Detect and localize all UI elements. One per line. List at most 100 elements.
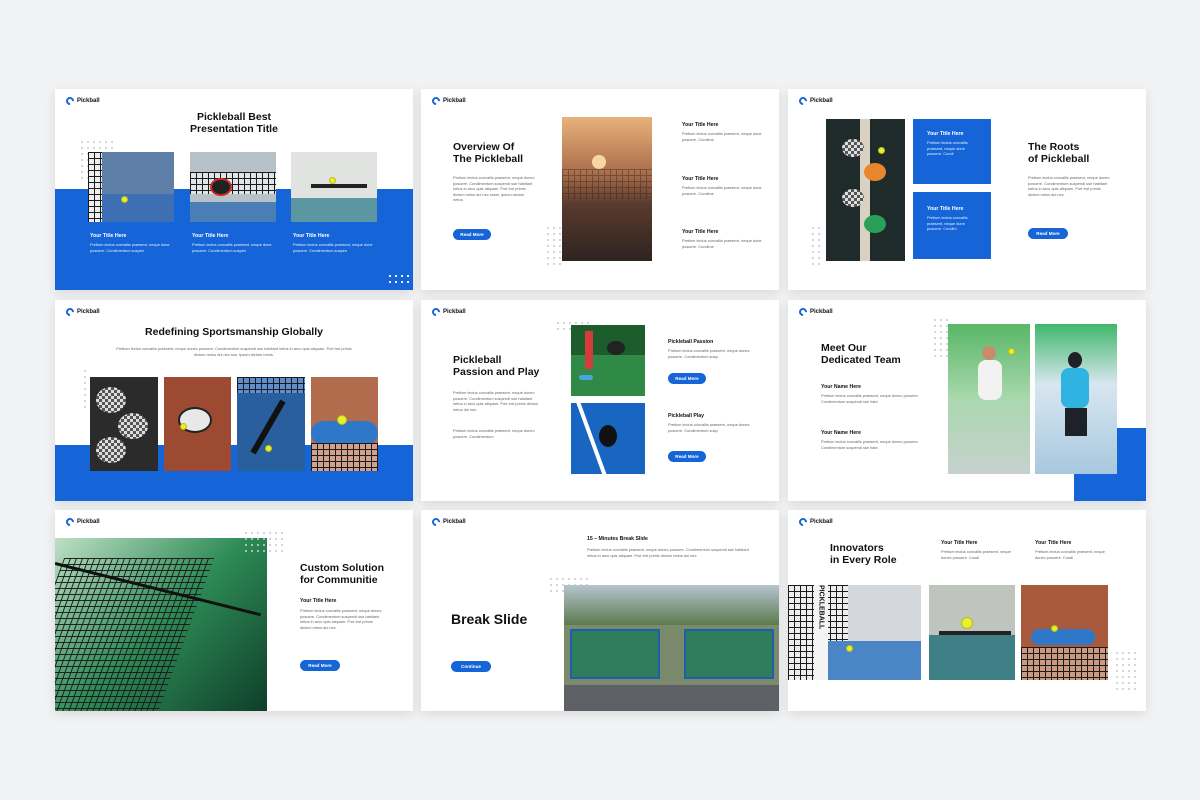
- court-floor: [929, 635, 1015, 680]
- box-title: Your Title Here: [927, 131, 964, 137]
- item-2: Your Title Here Pretium lectus convallis…: [192, 233, 282, 253]
- court-floor: [190, 202, 276, 222]
- brand-icon: [797, 95, 809, 107]
- paddle-icon: [311, 421, 378, 445]
- slide-sportsmanship[interactable]: Pickball Redefining Sportsmanship Global…: [55, 300, 413, 501]
- item-title: Your Title Here: [1035, 540, 1072, 546]
- read-more-button[interactable]: Read More: [453, 229, 491, 240]
- net: [1021, 647, 1108, 680]
- team-member-2: Your Name Here Pretium lectus convallis …: [821, 430, 921, 450]
- photo-net-post: PICKLEBALL: [788, 585, 921, 680]
- court-floor: [291, 198, 377, 222]
- brand-name: Pickball: [810, 519, 833, 525]
- parking: [564, 685, 779, 711]
- ball-icon: [265, 445, 272, 452]
- slide-body: Pretium lectus convallis praesent, neque…: [1028, 175, 1110, 197]
- read-more-button[interactable]: Read More: [668, 373, 706, 384]
- continue-button[interactable]: Continue: [451, 661, 491, 672]
- photo-hand-paddle: [291, 152, 377, 222]
- brand-name: Pickball: [443, 309, 466, 315]
- slide-passion[interactable]: Pickball Pickleball Passion and Play Pre…: [421, 300, 779, 501]
- slide-custom-solution[interactable]: Pickball Custom Solution for Communitie …: [55, 510, 413, 711]
- slide-title[interactable]: Pickball Pickleball Best Presentation Ti…: [55, 89, 413, 290]
- player-shirt: [1061, 368, 1089, 408]
- brand-name: Pickball: [443, 519, 466, 525]
- photo-paddles-wall: [826, 119, 905, 261]
- brand-name: Pickball: [77, 519, 100, 525]
- net: [311, 443, 378, 471]
- title-line-1: Innovators: [830, 542, 884, 554]
- photo-sunset-court: [562, 117, 652, 261]
- member-text: Pretium lectus convallis praesent, neque…: [821, 393, 919, 404]
- item-title: Your Title Here: [941, 540, 978, 546]
- dot-pattern: [243, 530, 283, 554]
- item-title: Pickleball Passion: [668, 339, 714, 345]
- title-line-2: Presentation Title: [190, 123, 278, 135]
- brand-logo: Pickball: [430, 306, 466, 318]
- slide-break[interactable]: Pickball 15 – Minutes Break Slide Pretiu…: [421, 510, 779, 711]
- read-more-button[interactable]: Read More: [1028, 228, 1068, 239]
- brand-icon: [430, 516, 442, 528]
- court-left: [570, 629, 660, 679]
- slide-innovators[interactable]: Pickball Innovators in Every Role Your T…: [788, 510, 1146, 711]
- photo-aerial-courts: [564, 585, 779, 711]
- title-line-1: Meet Our: [821, 342, 867, 354]
- net: [237, 377, 305, 393]
- paddle-icon: [96, 387, 126, 413]
- item-title: Your Title Here: [682, 122, 719, 128]
- slide-team[interactable]: Pickball Meet Our Dedicated Team Your Na…: [788, 300, 1146, 501]
- paddle-icon: [864, 163, 886, 181]
- paddle-icon: [599, 425, 617, 447]
- item-text: Pretium lectus convallis praesent, neque…: [668, 348, 750, 359]
- item-1: Your Title Here Pretium lectus convallis…: [682, 122, 762, 142]
- dot-pattern: [387, 273, 409, 287]
- title-line-1: Overview Of: [453, 141, 515, 153]
- item-text: Pretium lectus convallis praesent, neque…: [293, 242, 373, 253]
- item-text: Pretium lectus convallis praesent, neque…: [90, 242, 170, 253]
- brand-logo: Pickball: [797, 95, 833, 107]
- box-text: Pretium lectus convallis praesent, neque…: [927, 215, 968, 232]
- read-more-button[interactable]: Read More: [668, 451, 706, 462]
- ball-icon: [180, 423, 187, 430]
- brand-icon: [430, 306, 442, 318]
- photo-net-ball: [88, 152, 174, 222]
- brand-icon: [64, 95, 76, 107]
- photo-player-2: [1035, 324, 1117, 474]
- slide-overview[interactable]: Pickball Overview Of The Pickleball Pret…: [421, 89, 779, 290]
- member-text: Pretium lectus convallis praesent, neque…: [821, 439, 919, 450]
- title-line-2: Passion and Play: [453, 366, 540, 378]
- photo-paddle-ball: [929, 585, 1015, 680]
- box-2: Your Title Here Pretium lectus convallis…: [913, 192, 991, 259]
- slide-heading: Innovators in Every Role: [830, 542, 897, 566]
- photo-paddle-net: [190, 152, 276, 222]
- shoe: [579, 375, 593, 380]
- title-line-1: Custom Solution: [300, 562, 384, 574]
- brand-icon: [797, 306, 809, 318]
- paddle-icon: [96, 437, 126, 463]
- title-line-2: Dedicated Team: [821, 354, 901, 366]
- slide-roots[interactable]: Pickball Your Title Here Pretium lectus …: [788, 89, 1146, 290]
- wall-stripe: [860, 119, 870, 261]
- player-head: [1068, 352, 1082, 368]
- item-title: Your Title Here: [192, 233, 229, 239]
- slide-heading: Overview Of The Pickleball: [453, 141, 523, 165]
- photo-paddle-clay: [164, 377, 231, 471]
- slide-body: Pretium lectus convallis praesent, neque…: [587, 547, 749, 558]
- ball-icon: [1008, 348, 1015, 355]
- photo-player-1: [948, 324, 1030, 474]
- title-line-2: for Communitie: [300, 574, 378, 586]
- paddle-icon: [939, 631, 1011, 635]
- paddle-icon: [864, 215, 886, 233]
- brand-logo: Pickball: [797, 306, 833, 318]
- slide-heading: Break Slide: [451, 611, 528, 627]
- ball-icon: [846, 645, 853, 652]
- ball-icon: [337, 415, 347, 425]
- player-shirt: [978, 360, 1002, 400]
- item-title: Pickleball Play: [668, 413, 705, 419]
- photo-ball-paddle-net: [1021, 585, 1108, 680]
- title-line-1: Pickleball: [453, 354, 502, 366]
- read-more-button[interactable]: Read More: [300, 660, 340, 671]
- brand-name: Pickball: [810, 98, 833, 104]
- photo-net-closeup: [55, 538, 267, 711]
- slide-body: Pretium lectus convallis praesent, neque…: [453, 175, 535, 203]
